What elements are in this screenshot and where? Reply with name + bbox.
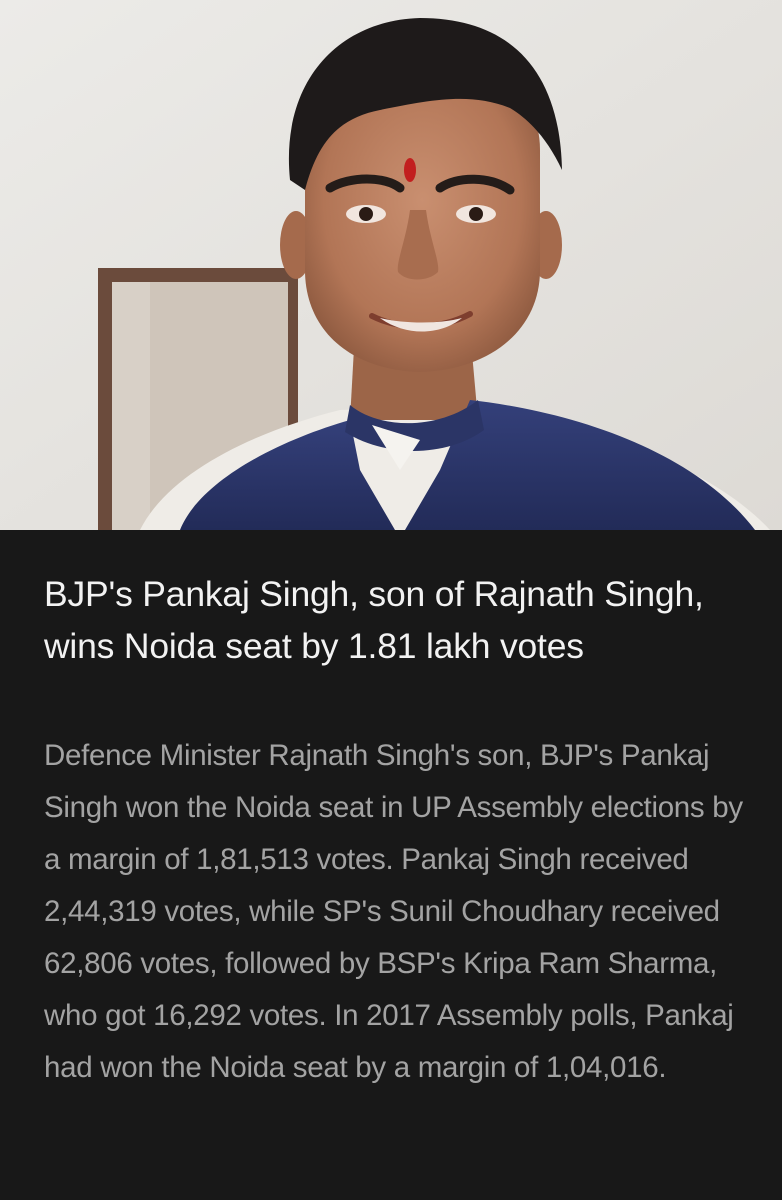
news-photo (0, 0, 782, 530)
story-headline[interactable]: BJP's Pankaj Singh, son of Rajnath Singh… (44, 568, 734, 672)
news-card[interactable]: BJP's Pankaj Singh, son of Rajnath Singh… (0, 0, 782, 1200)
story-summary: Defence Minister Rajnath Singh's son, BJ… (44, 739, 743, 1084)
story-text-area: BJP's Pankaj Singh, son of Rajnath Singh… (0, 530, 782, 1200)
